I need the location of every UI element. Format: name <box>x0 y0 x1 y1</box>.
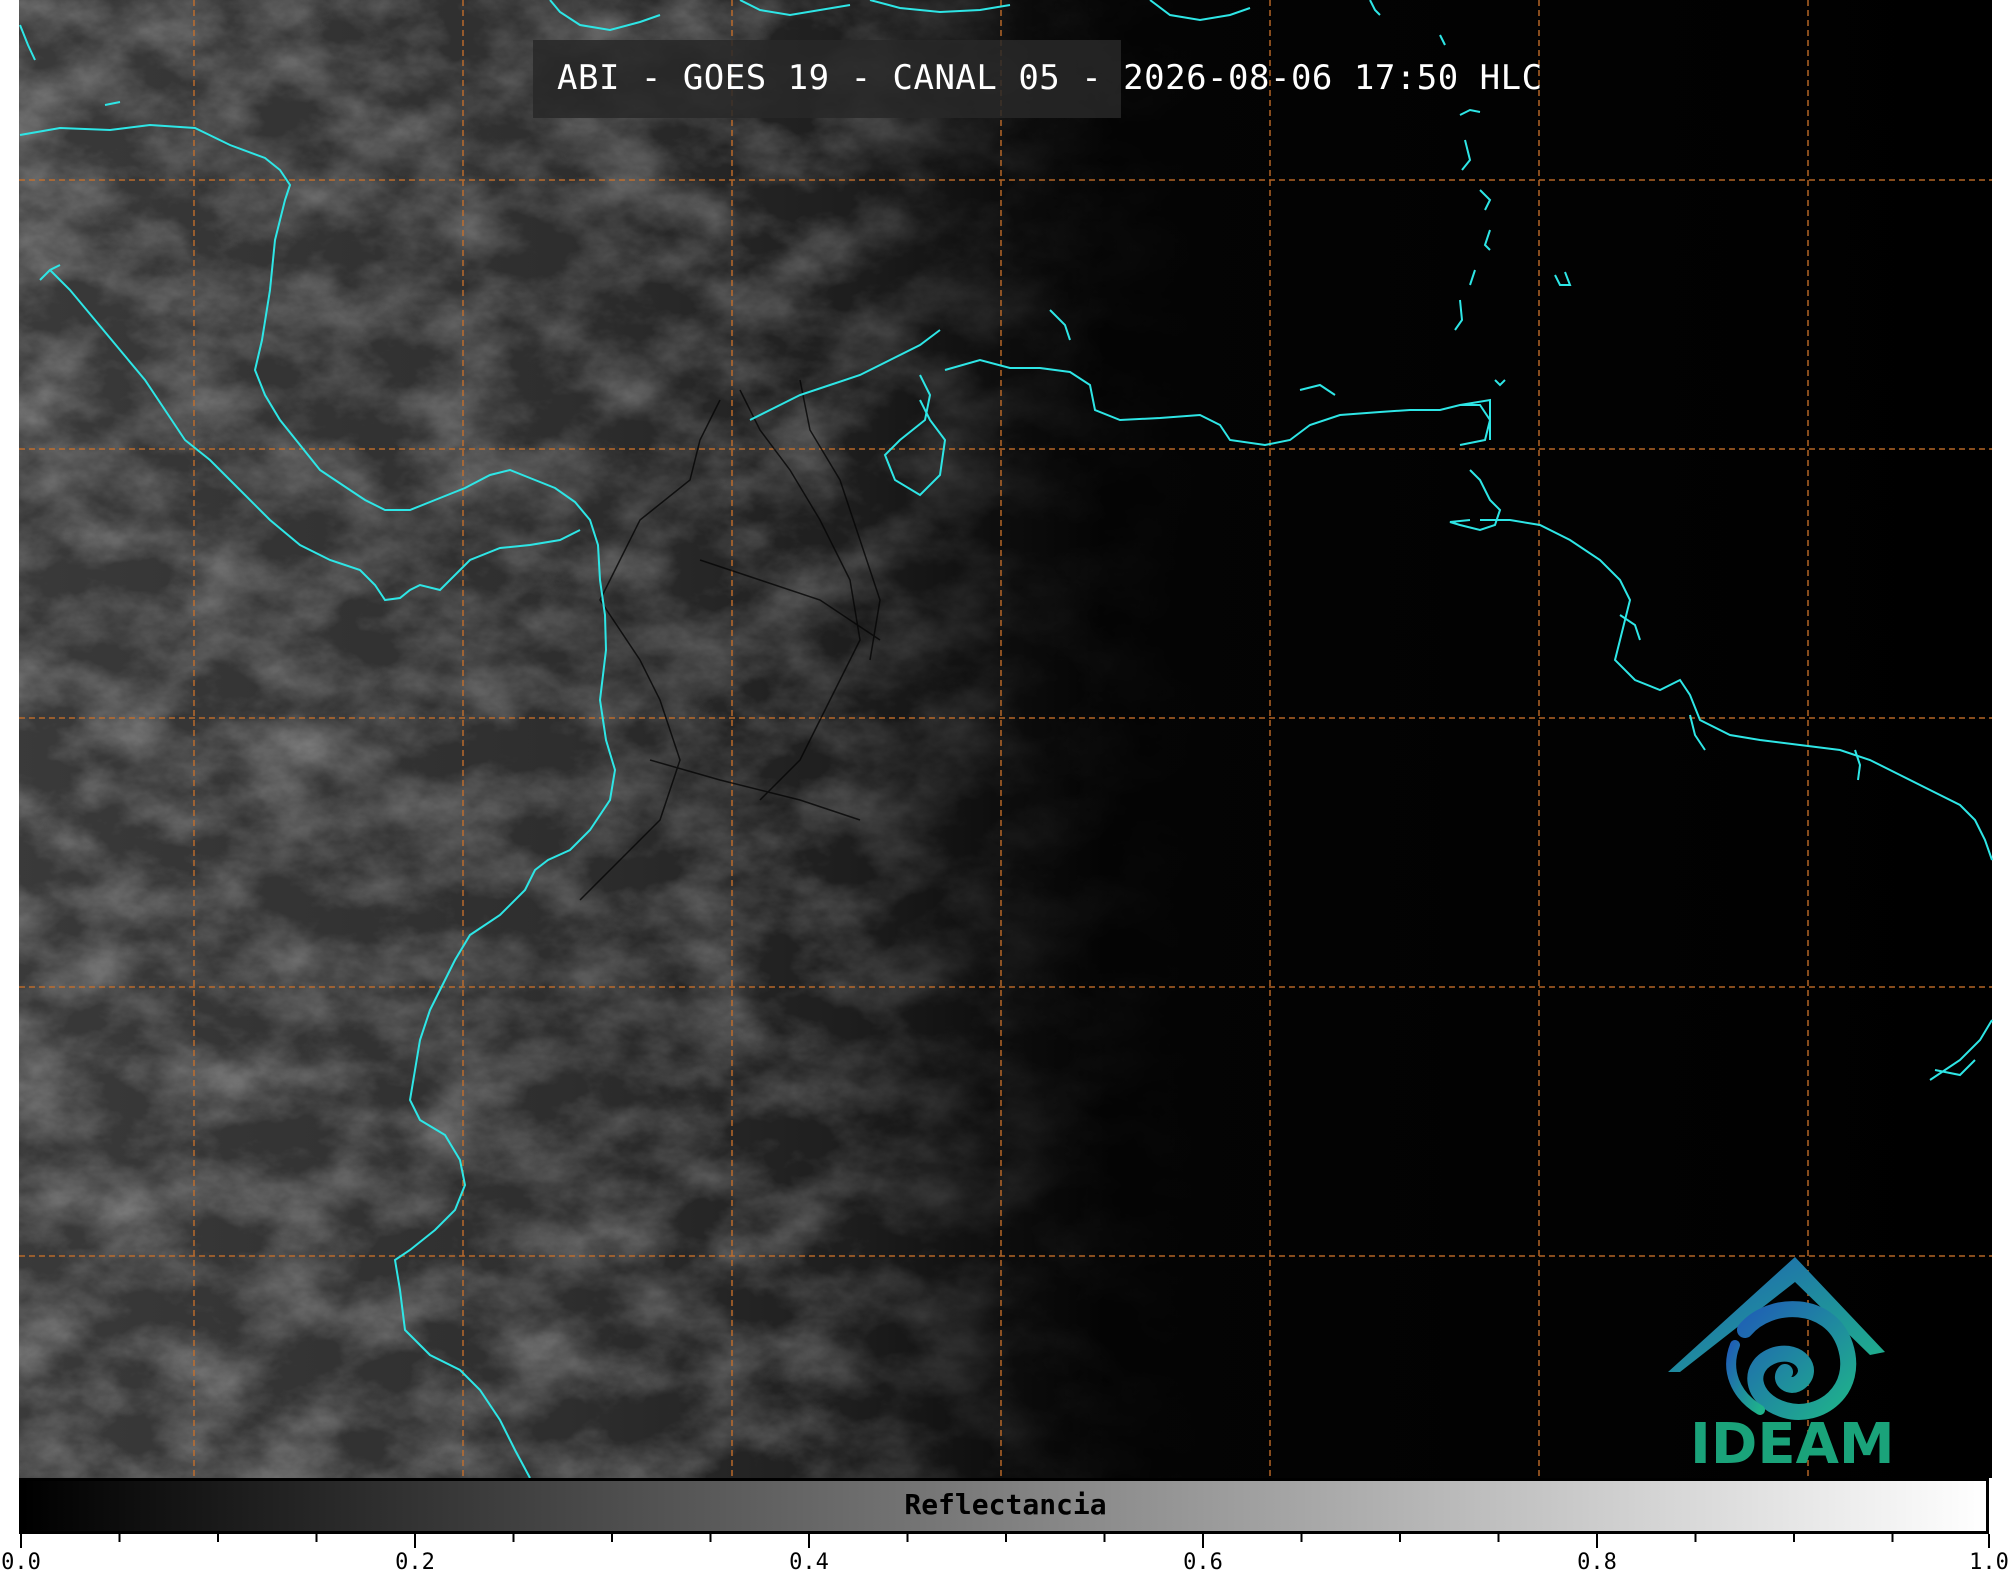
colorbar-tick-5: 1.0 <box>1969 1550 2009 1575</box>
right-border <box>1992 0 2011 1478</box>
colorbar-ticks <box>20 1534 1990 1548</box>
colorbar-tick-1: 0.2 <box>395 1550 435 1575</box>
ideam-logo-text: IDEAM <box>1690 1412 1895 1477</box>
satellite-map <box>0 0 2011 1478</box>
colorbar-tick-2: 0.4 <box>789 1550 829 1575</box>
colorbar-tick-4: 0.8 <box>1577 1550 1617 1575</box>
colorbar-tick-0: 0.0 <box>1 1550 41 1575</box>
map-title: ABI - GOES 19 - CANAL 05 - 2026-08-06 17… <box>557 58 1543 98</box>
colorbar-label: Reflectancia <box>904 1488 1107 1521</box>
colorbar-tick-3: 0.6 <box>1183 1550 1223 1575</box>
left-border <box>0 0 19 1478</box>
